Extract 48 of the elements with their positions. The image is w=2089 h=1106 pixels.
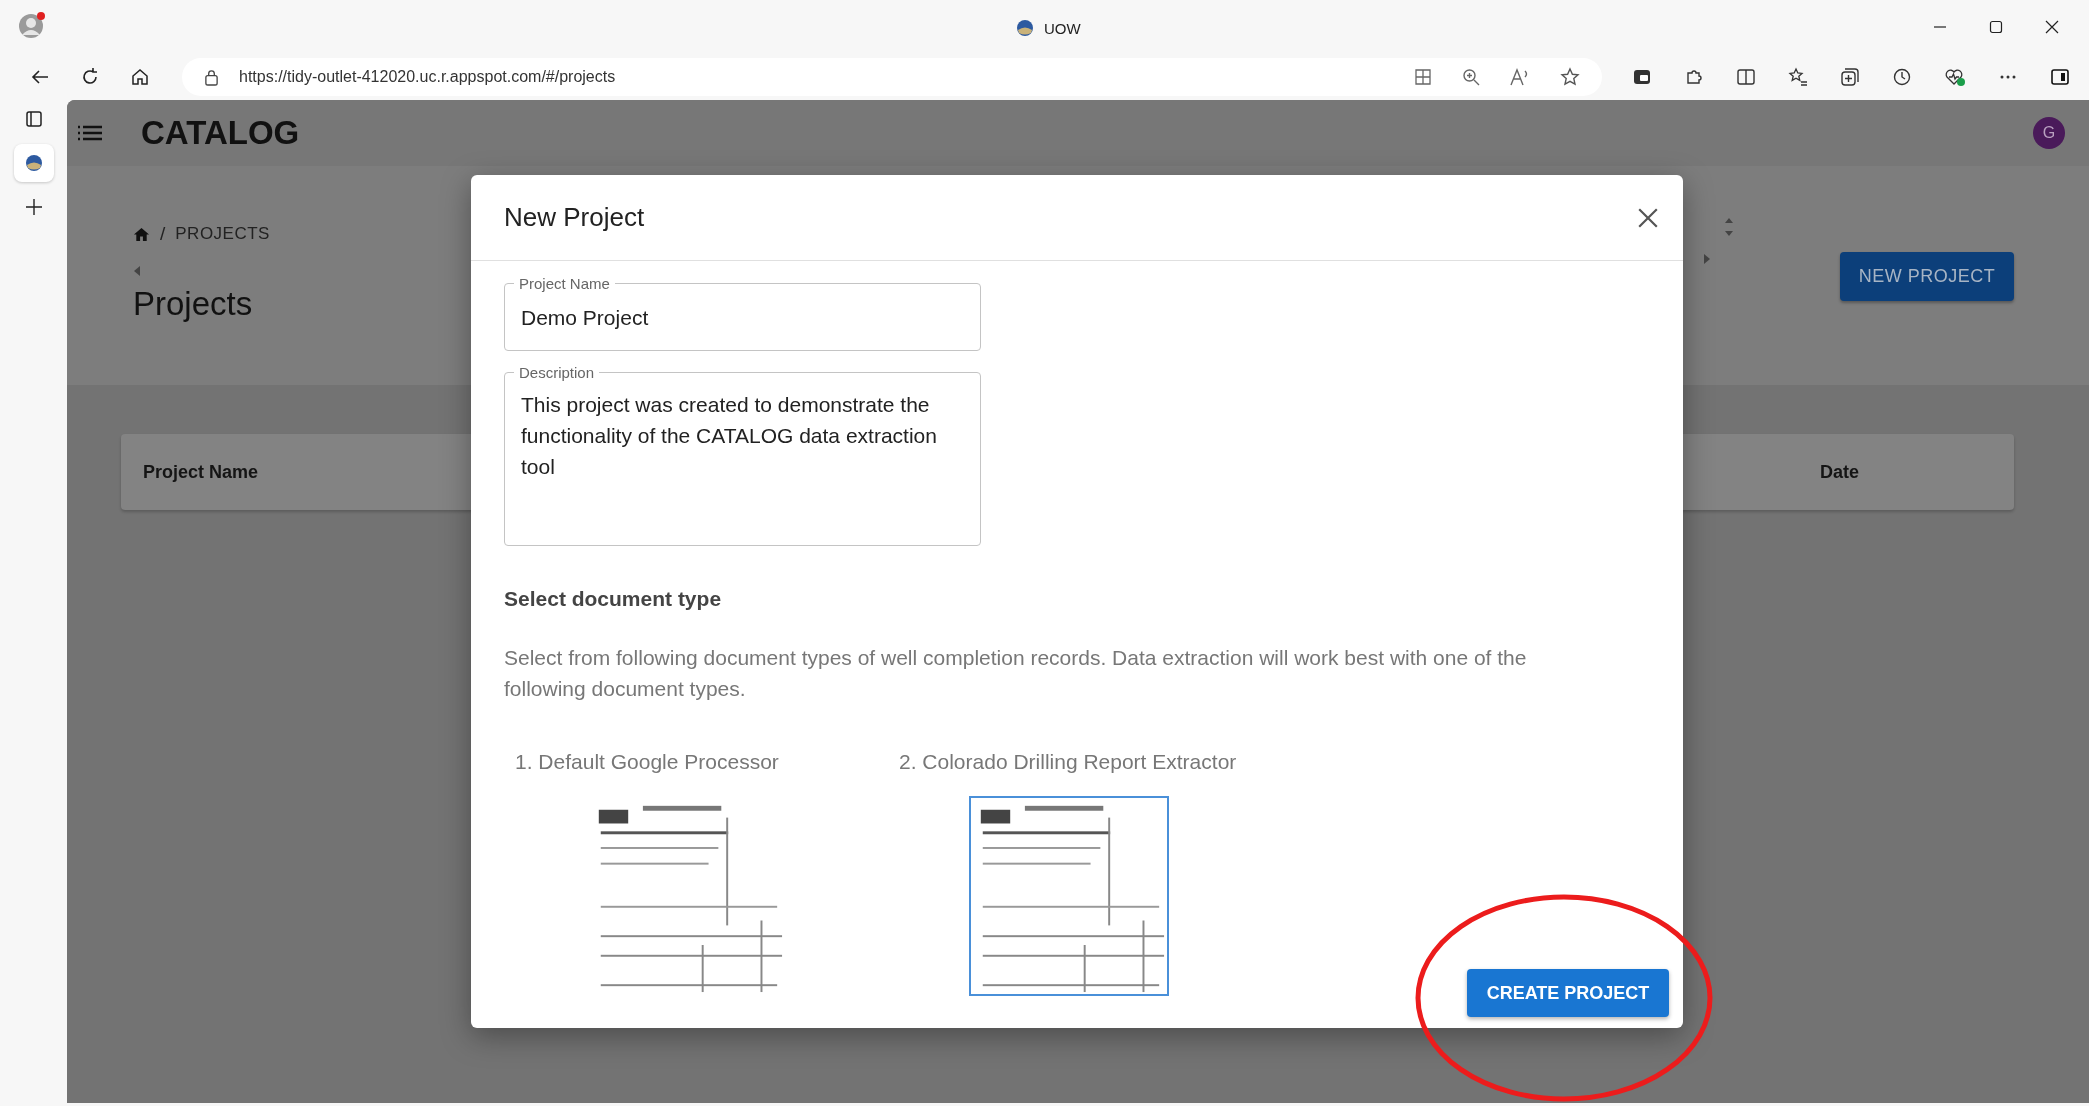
description-field[interactable]: Description This project was created to demonstrate the functionality of the CATALOG data extraction tool <box>504 364 981 546</box>
extension-icon[interactable] <box>1632 67 1652 87</box>
browser-tab[interactable] <box>13 144 54 182</box>
new-project-button[interactable]: NEW PROJECT <box>1840 252 2014 301</box>
profile-icon[interactable] <box>18 11 46 39</box>
split-screen-icon[interactable] <box>1736 67 1756 87</box>
document-type-label: 1. Default Google Processor <box>515 750 780 774</box>
new-tab-icon[interactable] <box>24 198 43 216</box>
caret-right-icon[interactable] <box>1703 253 1711 265</box>
history-icon[interactable] <box>1892 67 1912 87</box>
home-icon[interactable] <box>130 67 150 87</box>
create-project-button[interactable]: CREATE PROJECT <box>1467 969 1669 1017</box>
puzzle-icon[interactable] <box>1684 67 1704 87</box>
text-field[interactable]: Project Name Demo Project <box>504 275 981 351</box>
sidebar-icon[interactable] <box>2050 67 2070 87</box>
document-type-label: 2. Colorado Drilling Report Extractor <box>899 750 1237 774</box>
read-aloud-icon[interactable] <box>1510 68 1530 86</box>
description-text[interactable]: This project was created to demonstrate the functionality of the CATALOG data extraction tool <box>521 389 964 482</box>
field-label: Description <box>518 364 596 381</box>
input-field[interactable]: Demo Project <box>521 306 964 330</box>
refresh-icon[interactable] <box>80 67 100 87</box>
close-icon[interactable] <box>2045 20 2059 34</box>
breadcrumb-item[interactable]: PROJECTS <box>175 224 270 244</box>
globe-icon <box>24 154 43 172</box>
star-icon[interactable] <box>1560 67 1580 87</box>
tab-title: UOW <box>1044 19 1081 37</box>
heart-icon[interactable] <box>1944 67 1966 87</box>
column-header[interactable]: Date <box>1820 461 1859 483</box>
section-title: Select document type <box>504 587 723 611</box>
close-icon[interactable] <box>1637 206 1659 229</box>
zoom-icon[interactable] <box>1462 68 1480 86</box>
column-header[interactable]: Project Name <box>143 461 259 483</box>
app-title: CATALOG <box>141 114 300 152</box>
globe-icon <box>1016 19 1034 37</box>
field-label: Project Name <box>518 275 611 292</box>
section-description: Select from following document types of well completion records. Data extraction will work best with one of the following document types. <box>504 645 1528 702</box>
avatar[interactable]: G <box>2033 117 2065 149</box>
tab-actions-icon[interactable] <box>24 110 43 128</box>
app-grid-icon[interactable] <box>1414 68 1432 86</box>
dialog-title: New Project <box>504 202 645 233</box>
page-title: Projects <box>133 285 253 323</box>
lock-icon <box>204 68 219 86</box>
collections-icon[interactable] <box>1840 67 1860 87</box>
favorites-icon[interactable] <box>1788 67 1808 87</box>
breadcrumb-separator: / <box>160 223 166 245</box>
maximize-icon[interactable] <box>1989 20 2003 34</box>
address-bar[interactable]: https://tidy-outlet-412020.uc.r.appspot.com/#/projects <box>182 58 1602 96</box>
menu-icon[interactable] <box>77 124 103 142</box>
